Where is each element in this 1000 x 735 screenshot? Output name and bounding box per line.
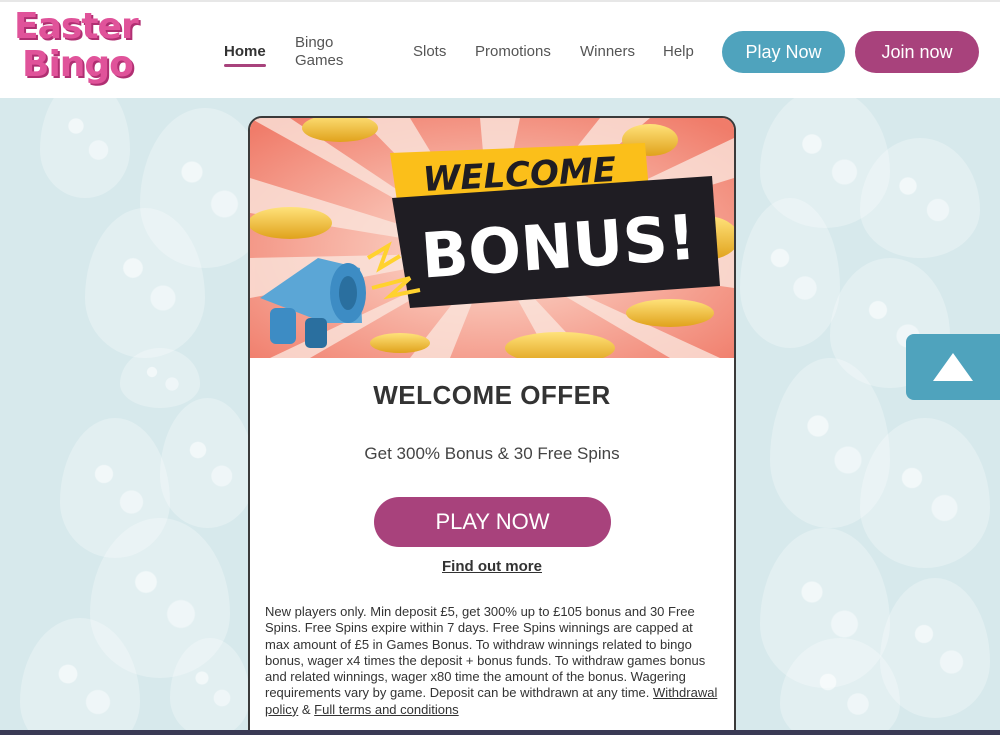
site-header: Easter Bingo Home Bingo Games Slots Prom… — [0, 0, 1000, 98]
nav-bingo-line2: Games — [295, 52, 344, 69]
find-out-more-link[interactable]: Find out more — [250, 558, 734, 575]
welcome-offer-card: WELCOME BONUS! WELCOME OFFER Get 300% Bo… — [248, 116, 736, 735]
header-play-now-button[interactable]: Play Now — [722, 31, 845, 73]
offer-subtitle: Get 300% Bonus & 30 Free Spins — [364, 444, 620, 463]
terms-body: New players only. Min deposit £5, get 30… — [265, 604, 706, 701]
header-join-now-button[interactable]: Join now — [855, 31, 979, 73]
logo-text-line2: Bingo — [22, 44, 134, 85]
terms-ampersand: & — [301, 701, 311, 717]
nav-slots[interactable]: Slots — [413, 43, 446, 61]
banner-graphic: WELCOME BONUS! — [250, 118, 734, 358]
bottom-edge — [0, 730, 1000, 735]
nav-promotions[interactable]: Promotions — [475, 43, 551, 61]
offer-title: WELCOME OFFER — [373, 380, 611, 410]
nav-bingo-line1: Bingo — [295, 34, 334, 51]
nav-help[interactable]: Help — [663, 43, 694, 61]
nav-winners[interactable]: Winners — [580, 43, 635, 61]
full-terms-link[interactable]: Full terms and conditions — [314, 702, 459, 717]
scroll-to-top-button[interactable] — [906, 334, 1000, 400]
logo-text-line1: Easter — [14, 6, 139, 47]
terms-text: New players only. Min deposit £5, get 30… — [265, 604, 720, 718]
play-now-button[interactable]: PLAY NOW — [374, 497, 611, 547]
welcome-bonus-banner: WELCOME BONUS! — [250, 118, 734, 358]
nav-bingo-games[interactable]: Bingo Games — [295, 34, 343, 70]
arrow-up-icon — [933, 353, 973, 381]
easter-bingo-logo[interactable]: Easter Bingo — [14, 8, 154, 94]
nav-home[interactable]: Home — [224, 43, 266, 67]
